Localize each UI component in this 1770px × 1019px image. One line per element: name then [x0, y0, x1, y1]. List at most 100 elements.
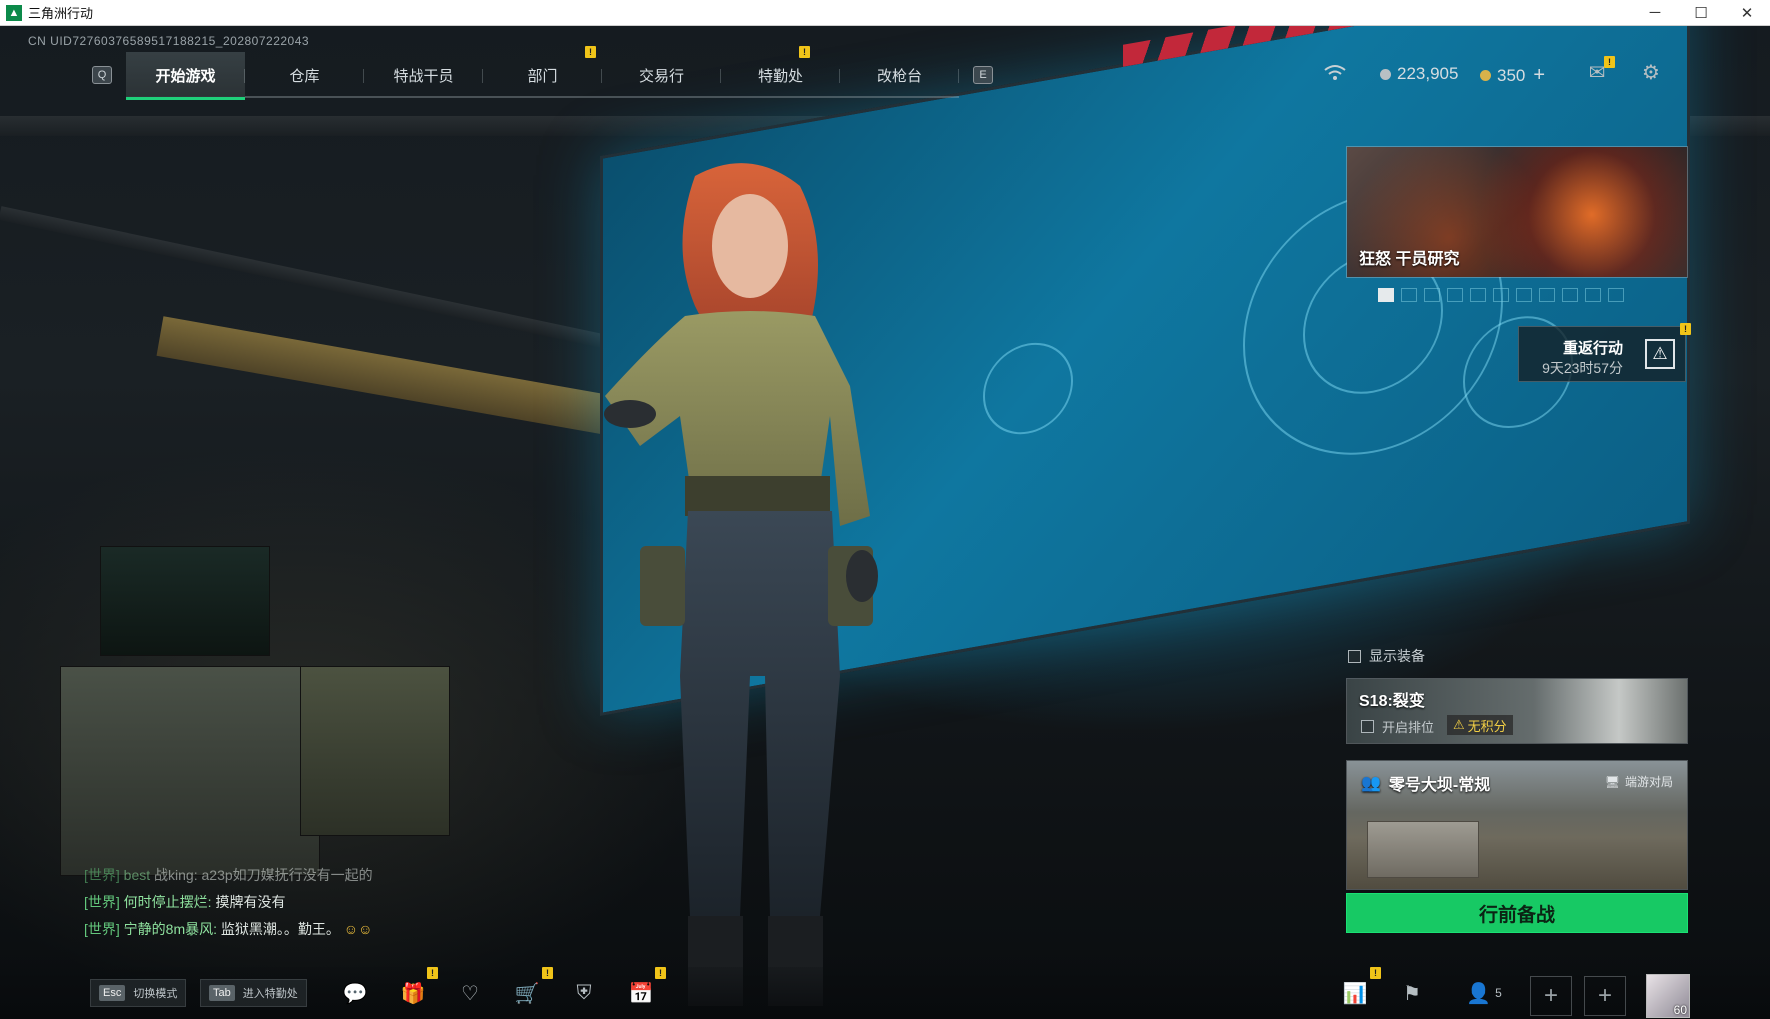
- settings-icon[interactable]: ⚙: [1638, 60, 1664, 84]
- tab-market[interactable]: 交易行: [602, 52, 721, 98]
- tab-start-game[interactable]: 开始游戏: [126, 52, 245, 100]
- pagination-dot[interactable]: [1585, 288, 1601, 302]
- chat-sender: 宁静的8m暴风:: [123, 921, 218, 937]
- mode-card[interactable]: 👥 零号大坝-常规 🖥 端游对局: [1346, 760, 1688, 890]
- return-event-icon: ⚠: [1645, 339, 1675, 369]
- gold-amount: 350: [1497, 65, 1526, 85]
- enter-special-ops-label: 进入特勤处: [242, 988, 298, 1000]
- ranked-label: 开启排位: [1382, 720, 1435, 735]
- chat-message: 战king: a23p如刀媒抚行没有一起的: [154, 867, 373, 883]
- pagination-dot[interactable]: [1608, 288, 1624, 302]
- gold-coin-icon: [1480, 70, 1491, 81]
- chat-line[interactable]: [世界] best 战king: a23p如刀媒抚行没有一起的: [84, 862, 373, 889]
- pagination-dot[interactable]: [1539, 288, 1555, 302]
- heart-icon[interactable]: ♡: [457, 981, 483, 1005]
- tab-gunsmith[interactable]: 改枪台: [840, 52, 959, 98]
- return-event-title: 重返行动: [1562, 340, 1623, 357]
- invite-slot-button[interactable]: +: [1584, 976, 1626, 1016]
- ranked-checkbox[interactable]: [1361, 720, 1374, 733]
- tab-special-ops-label: 特勤处: [757, 67, 803, 85]
- alert-badge-icon: !: [427, 967, 438, 979]
- silver-currency: 223,905: [1380, 64, 1458, 84]
- shield-icon[interactable]: ⛨: [571, 981, 597, 1005]
- ranked-toggle[interactable]: 开启排位: [1361, 717, 1434, 736]
- pagination-dot[interactable]: [1447, 288, 1463, 302]
- chat-line[interactable]: [世界] 宁静的8m暴风: 监狱黑潮。。勤王。 ☺☺: [84, 916, 373, 943]
- stats-icon[interactable]: 📊: [1342, 981, 1368, 1005]
- mode-sub-label: 端游对局: [1624, 775, 1673, 789]
- banner-title: 狂怒 干员研究: [1359, 251, 1460, 268]
- minimize-button[interactable]: ─: [1632, 0, 1678, 26]
- tab-department-label: 部门: [527, 67, 558, 85]
- window-title: 三角洲行动: [28, 6, 94, 21]
- player-avatar[interactable]: 60: [1646, 974, 1690, 1018]
- esc-key: Esc: [99, 985, 126, 1001]
- pagination-dot[interactable]: [1493, 288, 1509, 302]
- tab-special-ops[interactable]: 特勤处 !: [721, 46, 840, 98]
- show-gear-label: 显示装备: [1369, 648, 1425, 664]
- prepare-deploy-button[interactable]: 行前备战: [1346, 893, 1688, 933]
- gold-add-button[interactable]: +: [1533, 64, 1545, 87]
- tab-operators[interactable]: 特战干员: [364, 52, 483, 98]
- operator-character: [604, 163, 878, 1006]
- wifi-icon: [1324, 65, 1346, 80]
- event-banner[interactable]: 狂怒 干员研究: [1346, 146, 1688, 278]
- alert-badge-icon: !: [1680, 323, 1691, 335]
- laptop: [100, 546, 270, 656]
- pagination-dot[interactable]: [1470, 288, 1486, 302]
- flag-icon[interactable]: ⚑: [1399, 981, 1425, 1005]
- mode-sub: 🖥 端游对局: [1605, 773, 1673, 790]
- banner-pagination: [1378, 288, 1624, 302]
- alert-badge-icon: !: [1370, 967, 1381, 979]
- gold-currency[interactable]: 350 +: [1480, 64, 1545, 87]
- emblem-ring: [983, 335, 1073, 442]
- pagination-dot[interactable]: [1378, 288, 1394, 302]
- silver-amount: 223,905: [1397, 64, 1459, 83]
- gift-icon[interactable]: 🎁: [400, 981, 426, 1005]
- no-points-badge: ⚠ 无积分: [1447, 715, 1513, 735]
- emoji-icon: ☺☺: [343, 921, 373, 937]
- maximize-button[interactable]: ☐: [1678, 0, 1724, 26]
- chat-sender: best: [123, 867, 151, 883]
- game-scene: CN UID72760376589517188215_202807222043 …: [0, 26, 1770, 1019]
- alert-badge-icon: !: [585, 46, 596, 58]
- show-gear-toggle[interactable]: 显示装备: [1348, 646, 1425, 666]
- invite-slot-button[interactable]: +: [1530, 976, 1572, 1016]
- main-navbar: Q 开始游戏 仓库 特战干员 部门 ! 交易行 特勤处 ! 改枪台 E: [78, 46, 1007, 100]
- switch-mode-label: 切换模式: [133, 988, 178, 1000]
- chat-message: 摸牌有没有: [215, 894, 286, 910]
- window-titlebar: ▲ 三角洲行动 ─ ☐ ✕: [0, 0, 1770, 26]
- chat-channel: [世界]: [84, 894, 120, 910]
- chat-line[interactable]: [世界] 何时停止摆烂: 摸牌有没有: [84, 889, 373, 916]
- bottom-bar: Esc 切换模式 Tab 进入特勤处 💬 🎁 ! ♡ 🛒 ! ⛨ 📅 ! 📊 !…: [0, 967, 1770, 1019]
- nav-left-key[interactable]: Q: [92, 66, 112, 84]
- no-points-label: 无积分: [1467, 718, 1507, 734]
- chat-message: 监狱黑潮。。勤王。: [220, 921, 340, 937]
- cart-icon[interactable]: 🛒: [514, 981, 540, 1005]
- top-right-hud: 223,905 350 + ✉ ! ⚙: [1320, 56, 1770, 90]
- season-title: S18:裂变: [1359, 693, 1425, 710]
- pagination-dot[interactable]: [1424, 288, 1440, 302]
- enter-special-ops-hotkey[interactable]: Tab 进入特勤处: [200, 979, 307, 1007]
- return-event-timer: 9天23时57分: [1542, 360, 1623, 376]
- pagination-dot[interactable]: [1401, 288, 1417, 302]
- calendar-icon[interactable]: 📅: [628, 981, 654, 1005]
- pagination-dot[interactable]: [1562, 288, 1578, 302]
- alert-badge-icon: !: [655, 967, 666, 979]
- alert-badge-icon: !: [1604, 56, 1615, 68]
- pagination-dot[interactable]: [1516, 288, 1532, 302]
- chat-icon[interactable]: 💬: [342, 981, 368, 1005]
- tab-department[interactable]: 部门 !: [483, 46, 602, 98]
- friends-button[interactable]: 👤 5: [1460, 981, 1508, 1005]
- radio-equipment: [60, 666, 320, 876]
- nav-right-key[interactable]: E: [973, 66, 993, 84]
- switch-mode-hotkey[interactable]: Esc 切换模式: [90, 979, 187, 1007]
- player-level: 60: [1673, 1003, 1687, 1017]
- mode-title-row: 👥 零号大坝-常规: [1361, 771, 1490, 795]
- return-event-card[interactable]: 重返行动 9天23时57分 ⚠ !: [1518, 323, 1691, 382]
- squad-icon: 👥: [1361, 775, 1381, 792]
- show-gear-checkbox[interactable]: [1348, 649, 1361, 663]
- season-card[interactable]: S18:裂变 开启排位 ⚠ 无积分: [1346, 678, 1688, 744]
- tab-warehouse[interactable]: 仓库: [245, 52, 364, 98]
- close-button[interactable]: ✕: [1724, 0, 1770, 26]
